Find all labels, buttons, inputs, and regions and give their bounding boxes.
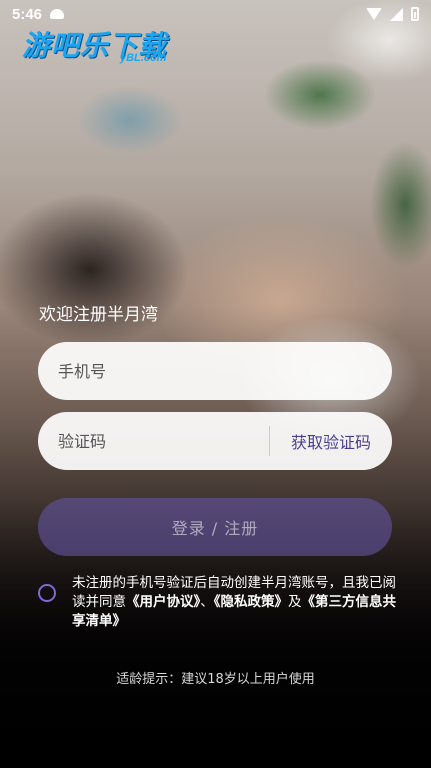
agreement-text: 未注册的手机号验证后自动创建半月湾账号，且我已阅读并同意《用户协议》、《隐私政策… [72,574,398,631]
user-agreement-link[interactable]: 《用户协议》 [126,594,200,610]
privacy-policy-link[interactable]: 《隐私政策》 [214,594,288,610]
phone-field[interactable] [38,342,392,400]
age-tip: 适龄提示：建议18岁以上用户使用 [116,672,315,687]
signal-icon [390,7,403,21]
phone-input[interactable] [38,342,392,400]
agree-radio[interactable] [38,584,56,602]
battery-icon [411,7,419,21]
code-input[interactable] [38,412,269,470]
android-icon [50,9,65,19]
agreement-row: 未注册的手机号验证后自动创建半月湾账号，且我已阅读并同意《用户协议》、《隐私政策… [38,574,398,631]
agreement-sep1: 、 [200,594,214,610]
code-field[interactable]: 获取验证码 [38,412,392,470]
status-time: 5:46 [12,5,43,23]
agreement-sep2: 及 [288,594,302,610]
watermark-domain: yBL.com [120,52,167,64]
login-register-button[interactable]: 登录 / 注册 [38,498,392,556]
status-icons [366,7,419,21]
welcome-title: 欢迎注册半月湾 [39,305,158,325]
wifi-icon [366,8,382,20]
get-code-button[interactable]: 获取验证码 [270,429,392,453]
